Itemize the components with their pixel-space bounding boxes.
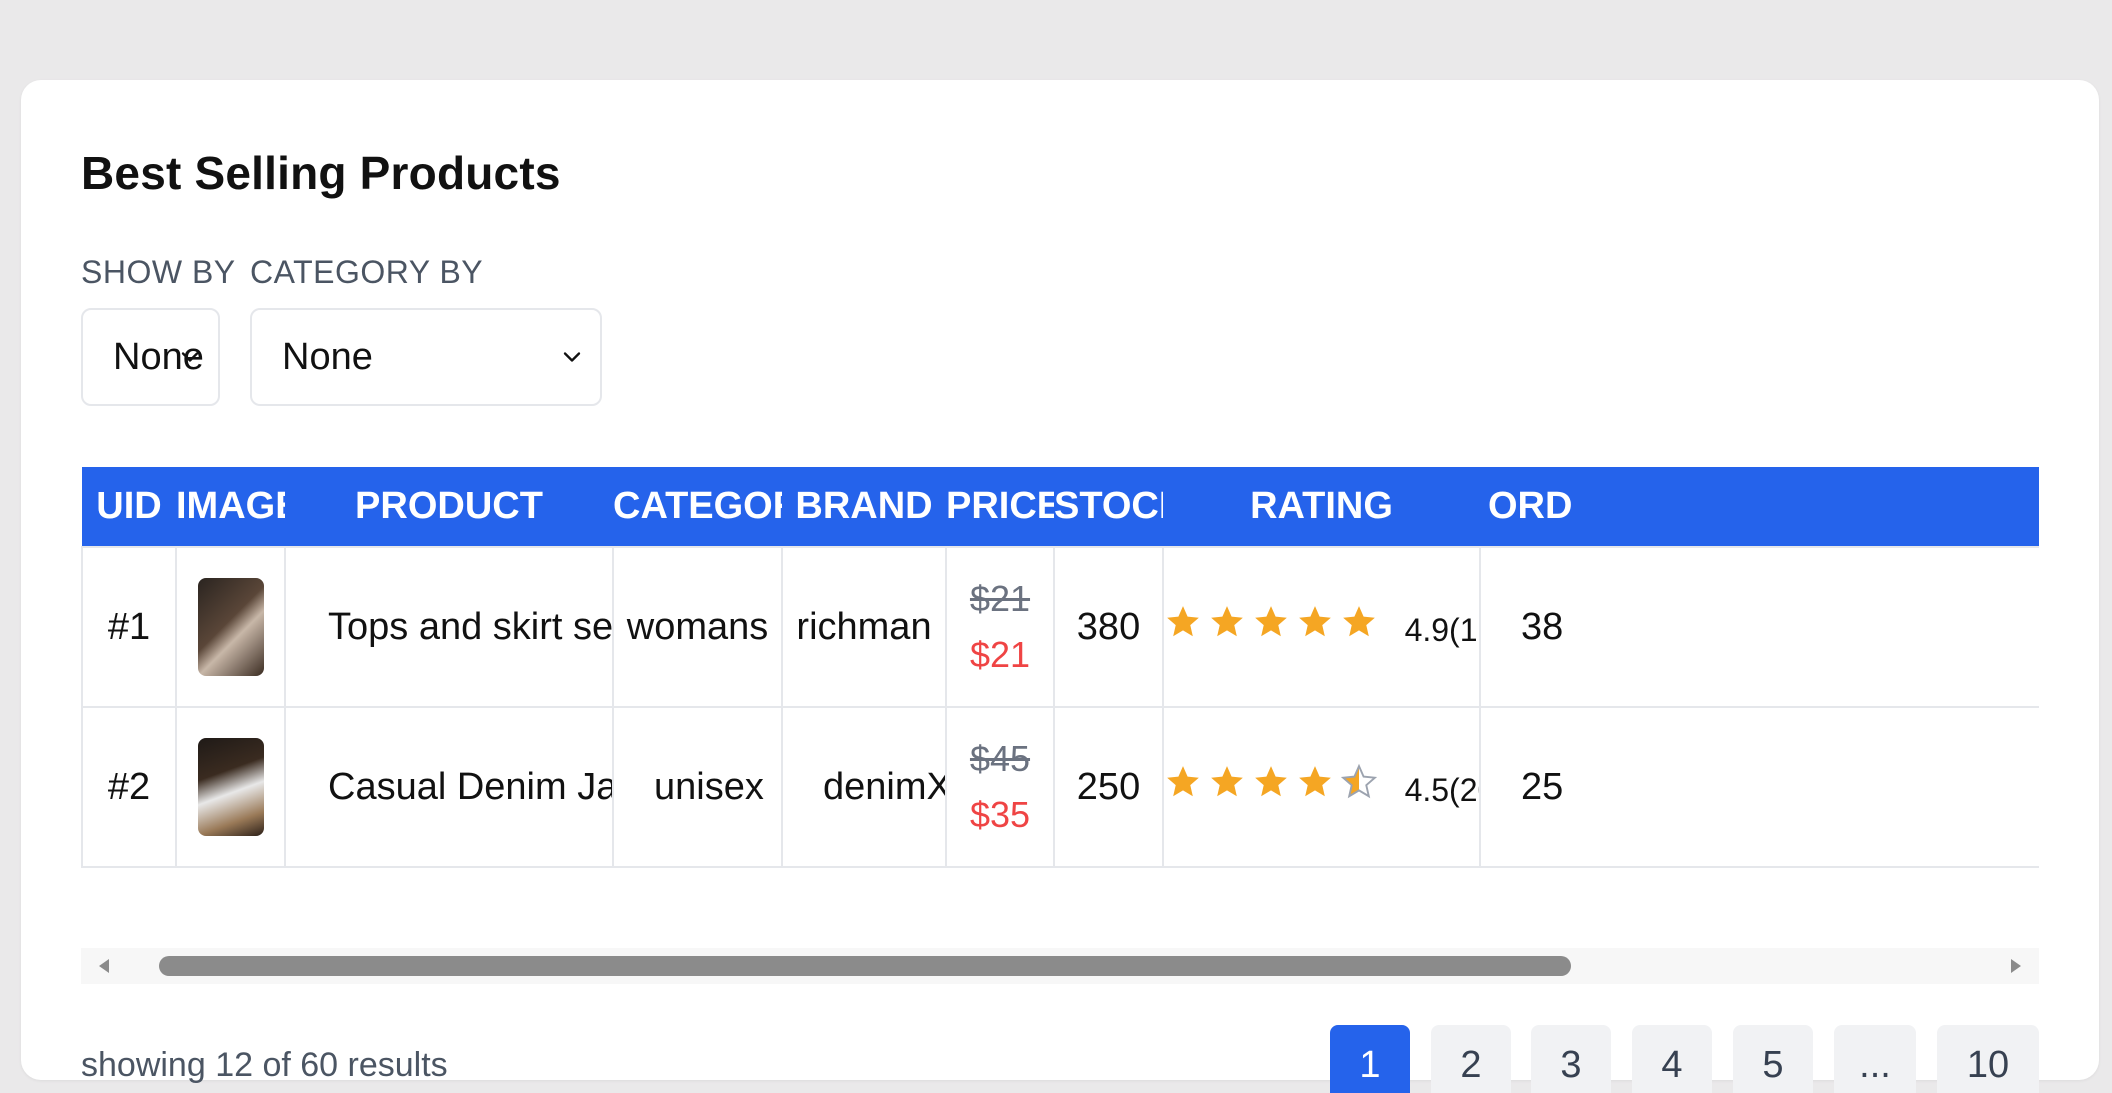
star-icon	[1211, 606, 1243, 637]
triangle-right-icon[interactable]	[2007, 957, 2025, 975]
triangle-left-icon[interactable]	[95, 957, 113, 975]
cell-orders: 38	[1479, 546, 2039, 708]
cell-orders: 25	[1479, 706, 2039, 868]
column-header-image[interactable]: IMAGE	[176, 467, 285, 547]
cell-price: $45 $35	[945, 706, 1055, 868]
rating-text: 4.9(16)	[1404, 612, 1478, 648]
show-by-select[interactable]: None	[81, 308, 220, 406]
products-table-container[interactable]: UID IMAGE PRODUCT CATEGORY BRAND PRICE S…	[81, 467, 2039, 908]
scrollbar-thumb[interactable]	[159, 956, 1571, 976]
page-button-10[interactable]: 10	[1937, 1025, 2039, 1093]
show-by-label: SHOW BY	[81, 254, 236, 290]
cell-category: womans	[612, 546, 783, 708]
page-button-1[interactable]: 1	[1330, 1025, 1410, 1093]
rating-text: 4.5(20)	[1404, 772, 1478, 808]
cell-product: Casual Denim Jacket	[284, 706, 614, 868]
cell-image	[175, 706, 286, 868]
results-summary: showing 12 of 60 results	[81, 1046, 448, 1084]
cell-rating: 4.9(16)	[1162, 546, 1481, 708]
category-by-label: CATEGORY BY	[250, 254, 484, 290]
cell-product: Tops and skirt set	[284, 546, 614, 708]
star-icon	[1211, 766, 1243, 797]
products-table: UID IMAGE PRODUCT CATEGORY BRAND PRICE S…	[81, 467, 2039, 868]
chevron-down-icon	[181, 352, 199, 362]
star-icon	[1299, 606, 1331, 637]
card-title: Best Selling Products	[81, 147, 561, 199]
column-header-stock[interactable]: STOCK	[1054, 467, 1163, 547]
cell-price: $21 $21	[945, 546, 1055, 708]
table-row[interactable]: #2 Casual Denim Jacket unisex denimX $45…	[81, 706, 2039, 868]
star-icon	[1167, 766, 1199, 797]
category-by-select[interactable]: None	[250, 308, 602, 406]
column-header-orders[interactable]: ORD	[1480, 467, 2039, 547]
cell-image	[175, 546, 286, 708]
category-by-value: None	[282, 335, 373, 378]
column-header-brand[interactable]: BRAND	[782, 467, 946, 547]
cell-stock: 250	[1053, 706, 1164, 868]
original-price: $45	[969, 738, 1031, 779]
cell-uid: #2	[81, 706, 177, 868]
star-icon	[1340, 763, 1378, 799]
cell-category: unisex	[612, 706, 783, 868]
table-header-row: UID IMAGE PRODUCT CATEGORY BRAND PRICE S…	[82, 467, 2039, 547]
star-icon	[1167, 606, 1199, 637]
column-header-rating[interactable]: RATING	[1163, 467, 1480, 547]
cell-stock: 380	[1053, 546, 1164, 708]
sale-price: $35	[969, 794, 1031, 835]
page-button-4[interactable]: 4	[1632, 1025, 1712, 1093]
column-header-price[interactable]: PRICE	[946, 467, 1054, 547]
horizontal-scrollbar[interactable]	[81, 948, 2039, 984]
best-selling-products-card: Best Selling Products SHOW BY CATEGORY B…	[21, 80, 2099, 1093]
star-icon	[1343, 606, 1375, 637]
star-rating	[1165, 603, 1378, 641]
page-button-ellipsis[interactable]: ...	[1834, 1025, 1916, 1093]
page-button-5[interactable]: 5	[1733, 1025, 1813, 1093]
star-icon	[1299, 766, 1331, 797]
column-header-uid[interactable]: UID	[82, 467, 176, 547]
cell-brand: richman	[781, 546, 947, 708]
table-row[interactable]: #1 Tops and skirt set womans richman $21…	[81, 546, 2039, 708]
chevron-down-icon	[563, 352, 581, 362]
page-button-3[interactable]: 3	[1531, 1025, 1611, 1093]
product-thumbnail	[197, 738, 264, 836]
page-button-2[interactable]: 2	[1431, 1025, 1511, 1093]
cell-uid: #1	[81, 546, 177, 708]
sale-price: $21	[969, 634, 1031, 675]
product-thumbnail	[197, 578, 264, 676]
column-header-category[interactable]: CATEGORY	[613, 467, 782, 547]
original-price: $21	[969, 578, 1031, 619]
cell-rating: 4.5(20)	[1162, 706, 1481, 868]
column-header-product[interactable]: PRODUCT	[285, 467, 613, 547]
cell-brand: denimX	[781, 706, 947, 868]
star-rating	[1165, 763, 1378, 801]
star-icon	[1255, 766, 1287, 797]
star-icon	[1255, 606, 1287, 637]
